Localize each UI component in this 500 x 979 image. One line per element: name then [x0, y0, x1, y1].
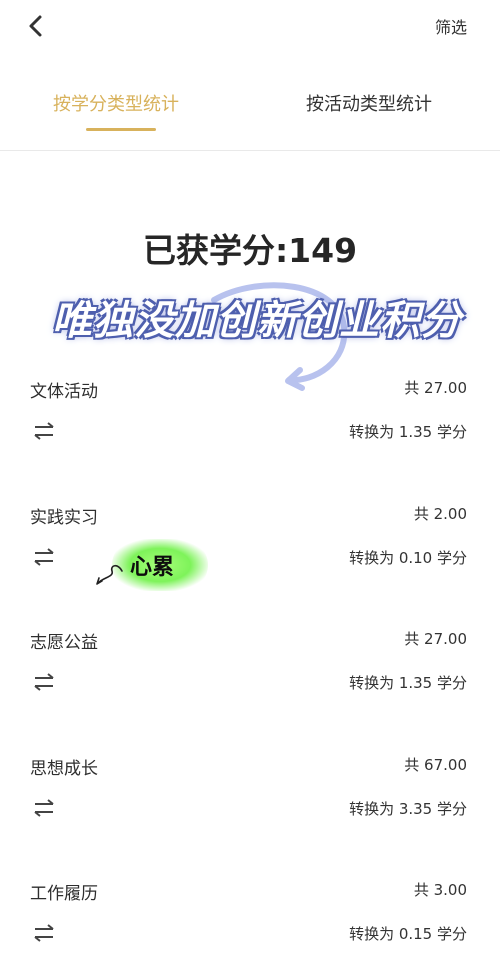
list-item: 工作履历 共 3.00 转换为 0.15 学分: [0, 879, 500, 979]
list-item: 实践实习 共 2.00 转换为 0.10 学分: [0, 503, 500, 603]
category-total: 共 27.00: [404, 379, 467, 397]
category-name: 工作履历: [30, 884, 98, 904]
category-total: 共 67.00: [404, 756, 467, 774]
list-item: 文体活动 共 27.00 转换为 1.35 学分: [0, 377, 500, 477]
category-name: 文体活动: [30, 382, 98, 402]
swap-arrows-icon[interactable]: [33, 924, 55, 942]
list-item: 思想成长 共 67.00 转换为 3.35 学分: [0, 754, 500, 854]
top-bar: 筛选: [0, 0, 500, 52]
tab-bar: 按学分类型统计 按活动类型统计: [0, 76, 500, 151]
converted-credits: 转换为 0.10 学分: [349, 549, 467, 567]
back-button[interactable]: [22, 12, 50, 40]
category-name: 思想成长: [30, 759, 98, 779]
converted-credits: 转换为 1.35 学分: [349, 423, 467, 441]
chevron-left-icon: [29, 15, 42, 37]
tab-by-credit-type[interactable]: 按学分类型统计: [53, 90, 179, 116]
converted-credits: 转换为 0.15 学分: [349, 925, 467, 943]
converted-credits: 转换为 3.35 学分: [349, 800, 467, 818]
category-total: 共 2.00: [413, 505, 467, 523]
overlay-caption: 唯独没加创新创业积分: [44, 282, 484, 392]
category-name: 志愿公益: [30, 633, 98, 653]
category-total: 共 3.00: [413, 881, 467, 899]
total-credits: 已获学分:149: [142, 231, 358, 270]
swap-arrows-icon[interactable]: [33, 799, 55, 817]
list-item: 志愿公益 共 27.00 转换为 1.35 学分: [0, 628, 500, 728]
filter-button[interactable]: 筛选: [435, 14, 467, 38]
converted-credits: 转换为 1.35 学分: [349, 674, 467, 692]
curved-arrow-icon: [211, 282, 348, 391]
category-total: 共 27.00: [404, 630, 467, 648]
category-name: 实践实习: [30, 508, 98, 528]
swap-arrows-icon[interactable]: [33, 548, 55, 566]
overlay-caption-text: 唯独没加创新创业积分: [52, 298, 462, 344]
swap-arrows-icon[interactable]: [33, 673, 55, 691]
active-tab-indicator: [86, 128, 156, 131]
tab-by-activity-type[interactable]: 按活动类型统计: [306, 90, 432, 116]
swap-arrows-icon[interactable]: [33, 422, 55, 440]
